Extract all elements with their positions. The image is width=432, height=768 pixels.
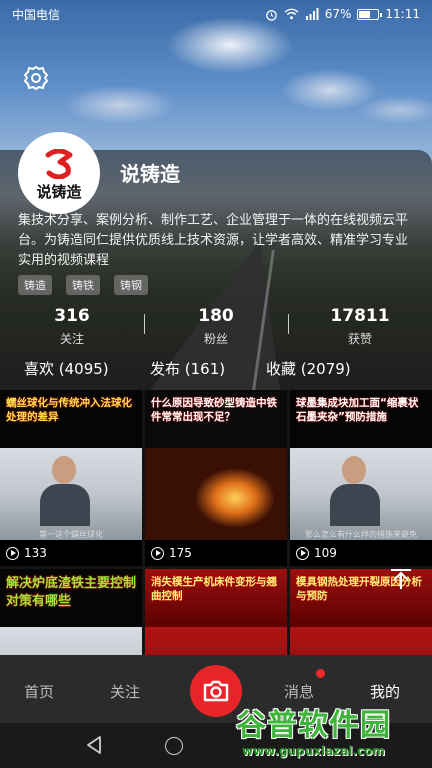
video-title: 什么原因导致砂型铸造中铁件常常出现不足？ <box>151 397 277 423</box>
video-title-banner: 蠕丝球化与传统冲入法球化处理的差异 <box>0 390 142 450</box>
stat-value: 180 <box>198 306 234 326</box>
back-triangle-icon[interactable] <box>85 735 103 755</box>
unread-badge <box>316 669 325 678</box>
tab-favorites[interactable]: 收藏 (2079) <box>266 358 351 379</box>
view-count: 109 <box>296 546 337 560</box>
video-title-banner: 解决炉底渣铁主要控制对策有哪些 <box>0 569 142 629</box>
battery-level <box>359 10 371 18</box>
stat-value: 17811 <box>330 306 390 326</box>
brand-logo-icon <box>45 148 73 179</box>
status-right: 67% 11:11 <box>265 7 420 21</box>
video-caption: 第一这个蠕丝球化 <box>39 530 103 539</box>
stat-label: 获赞 <box>347 332 372 346</box>
nav-home[interactable]: 首页 <box>24 681 54 702</box>
view-count: 175 <box>151 546 192 560</box>
tag[interactable]: 铸铁 <box>66 275 100 295</box>
status-bar: 中国电信 67% 11:11 <box>0 0 432 28</box>
video-title-banner: 球墨集成块加工面“缩裹状石墨夹杂”预防措施 <box>290 390 432 450</box>
alarm-icon <box>265 9 277 21</box>
play-count-icon <box>151 546 164 560</box>
view-count: 133 <box>6 546 47 560</box>
stat-label: 关注 <box>59 332 84 346</box>
tag[interactable]: 铸造 <box>18 275 52 295</box>
site-watermark: 谷普软件园 www.gupuxlazal.com <box>236 700 432 768</box>
video-tile[interactable]: 球墨集成块加工面“缩裹状石墨夹杂”预防措施 那么怎么有什么样的措施来避免 109 <box>290 390 432 566</box>
presenter-figure <box>330 456 380 526</box>
nav-messages[interactable]: 消息 <box>284 681 314 702</box>
record-button[interactable] <box>190 665 242 717</box>
stat-followers[interactable]: 180 粉丝 <box>144 306 288 347</box>
watermark-url: www.gupuxlazal.com <box>242 744 385 758</box>
video-thumbnail <box>145 448 287 540</box>
stat-following[interactable]: 316 关注 <box>0 306 144 347</box>
profile-name: 说铸造 <box>120 162 180 186</box>
camera-icon <box>203 680 229 702</box>
view-count-value: 175 <box>169 546 192 560</box>
home-circle-icon[interactable] <box>165 737 183 755</box>
stat-divider <box>144 314 145 334</box>
play-count-icon <box>6 546 19 560</box>
nav-me[interactable]: 我的 <box>370 681 400 702</box>
clock: 11:11 <box>385 7 420 21</box>
tab-likes[interactable]: 喜欢 (4095) <box>24 358 109 379</box>
stat-likes[interactable]: 17811 获赞 <box>288 306 432 347</box>
tab-published[interactable]: 发布 (161) <box>150 358 225 379</box>
avatar[interactable]: 说铸造 <box>18 132 100 214</box>
play-count-icon <box>296 546 309 560</box>
video-tile[interactable]: 什么原因导致砂型铸造中铁件常常出现不足？ 175 <box>145 390 287 566</box>
video-thumbnail <box>290 448 432 540</box>
battery-percent: 67% <box>324 7 352 21</box>
settings-gear-icon[interactable] <box>22 64 50 92</box>
view-count-value: 109 <box>314 546 337 560</box>
view-count-value: 133 <box>24 546 47 560</box>
video-title: 解决炉底渣铁主要控制对策有哪些 <box>6 576 137 609</box>
stat-label: 粉丝 <box>203 332 228 346</box>
presenter-figure <box>40 456 90 526</box>
content-tabs: 喜欢 (4095) 发布 (161) 收藏 (2079) <box>0 358 432 386</box>
video-title-banner: 消失模生产机床件变形与翘曲控制 <box>145 569 287 629</box>
profile-bio: 集技术分享、案例分析、制作工艺、企业管理于一体的在线视频云平台。为铸造同仁提供优… <box>18 213 409 268</box>
video-title-banner: 什么原因导致砂型铸造中铁件常常出现不足？ <box>145 390 287 450</box>
signal-icon <box>305 8 319 20</box>
video-title: 球墨集成块加工面“缩裹状石墨夹杂”预防措施 <box>296 397 419 423</box>
stat-divider <box>288 314 289 334</box>
scroll-to-top-icon[interactable] <box>388 566 414 592</box>
video-caption: 那么怎么有什么样的措施来避免 <box>305 530 417 539</box>
avatar-logo-text: 说铸造 <box>36 182 82 201</box>
battery-icon <box>357 8 383 20</box>
video-tile[interactable]: 蠕丝球化与传统冲入法球化处理的差异 第一这个蠕丝球化 133 <box>0 390 142 566</box>
profile-tags: 铸造 铸铁 铸钢 <box>18 275 148 295</box>
video-thumbnail <box>0 448 142 540</box>
tag[interactable]: 铸钢 <box>114 275 148 295</box>
profile-stats: 316 关注 180 粉丝 17811 获赞 <box>0 306 432 347</box>
nav-follow[interactable]: 关注 <box>110 681 140 702</box>
wifi-icon <box>284 8 299 20</box>
carrier-label: 中国电信 <box>12 7 61 22</box>
video-title: 蠕丝球化与传统冲入法球化处理的差异 <box>6 397 132 423</box>
watermark-title: 谷普软件园 <box>236 708 391 743</box>
stat-value: 316 <box>54 306 90 326</box>
video-title: 消失模生产机床件变形与翘曲控制 <box>151 576 277 602</box>
